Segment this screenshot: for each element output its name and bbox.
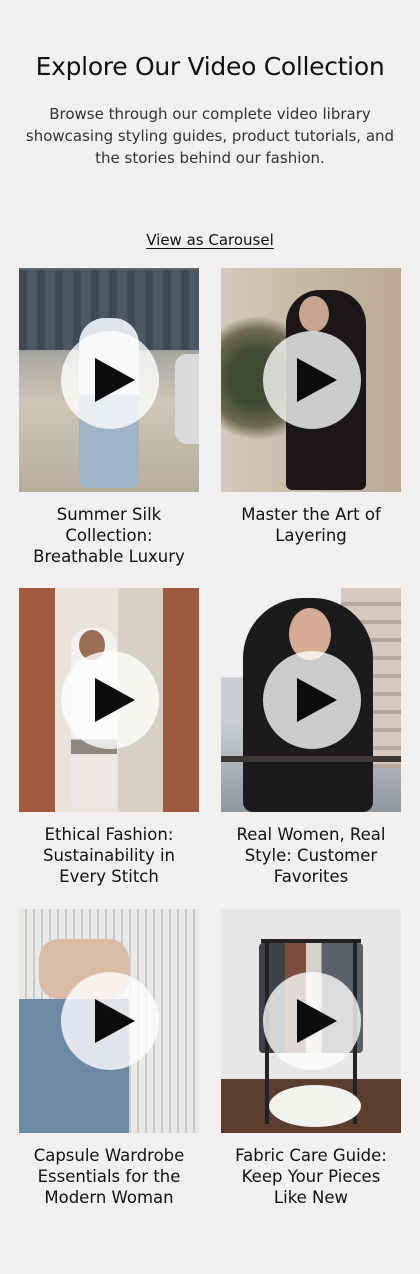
video-title[interactable]: Fabric Care Guide: Keep Your Pieces Like…	[221, 1145, 401, 1208]
video-thumbnail[interactable]	[221, 588, 401, 812]
page-title: Explore Our Video Collection	[35, 52, 385, 81]
video-thumbnail[interactable]	[19, 588, 199, 812]
thumbnail-car	[175, 354, 199, 444]
page-subtitle: Browse through our complete video librar…	[25, 105, 395, 167]
video-card[interactable]: Summer Silk Collection: Breathable Luxur…	[19, 268, 199, 567]
video-collection-page: Explore Our Video Collection Browse thro…	[0, 0, 420, 1274]
video-thumbnail[interactable]	[19, 268, 199, 492]
video-card[interactable]: Master the Art of Layering	[221, 268, 401, 546]
video-title[interactable]: Capsule Wardrobe Essentials for the Mode…	[19, 1145, 199, 1208]
video-title[interactable]: Master the Art of Layering	[221, 504, 401, 546]
play-icon[interactable]	[263, 651, 361, 749]
video-card[interactable]: Capsule Wardrobe Essentials for the Mode…	[19, 909, 199, 1208]
view-as-carousel-link-wrap: View as Carousel	[0, 231, 420, 249]
video-title[interactable]: Real Women, Real Style: Customer Favorit…	[221, 824, 401, 887]
video-card[interactable]: Real Women, Real Style: Customer Favorit…	[221, 588, 401, 887]
video-thumbnail[interactable]	[221, 268, 401, 492]
play-icon[interactable]	[263, 331, 361, 429]
thumbnail-face	[299, 296, 329, 332]
video-thumbnail[interactable]	[221, 909, 401, 1133]
video-card[interactable]: Ethical Fashion: Sustainability in Every…	[19, 588, 199, 887]
video-thumbnail[interactable]	[19, 909, 199, 1133]
video-title[interactable]: Summer Silk Collection: Breathable Luxur…	[19, 504, 199, 567]
thumbnail-rug	[269, 1085, 361, 1127]
thumbnail-railing	[221, 756, 401, 762]
play-icon[interactable]	[61, 331, 159, 429]
play-icon[interactable]	[61, 972, 159, 1070]
thumbnail-rack	[261, 939, 361, 943]
video-card[interactable]: Fabric Care Guide: Keep Your Pieces Like…	[221, 909, 401, 1208]
play-icon[interactable]	[61, 651, 159, 749]
play-icon[interactable]	[263, 972, 361, 1070]
video-title[interactable]: Ethical Fashion: Sustainability in Every…	[19, 824, 199, 887]
view-as-carousel-link[interactable]: View as Carousel	[146, 231, 274, 249]
